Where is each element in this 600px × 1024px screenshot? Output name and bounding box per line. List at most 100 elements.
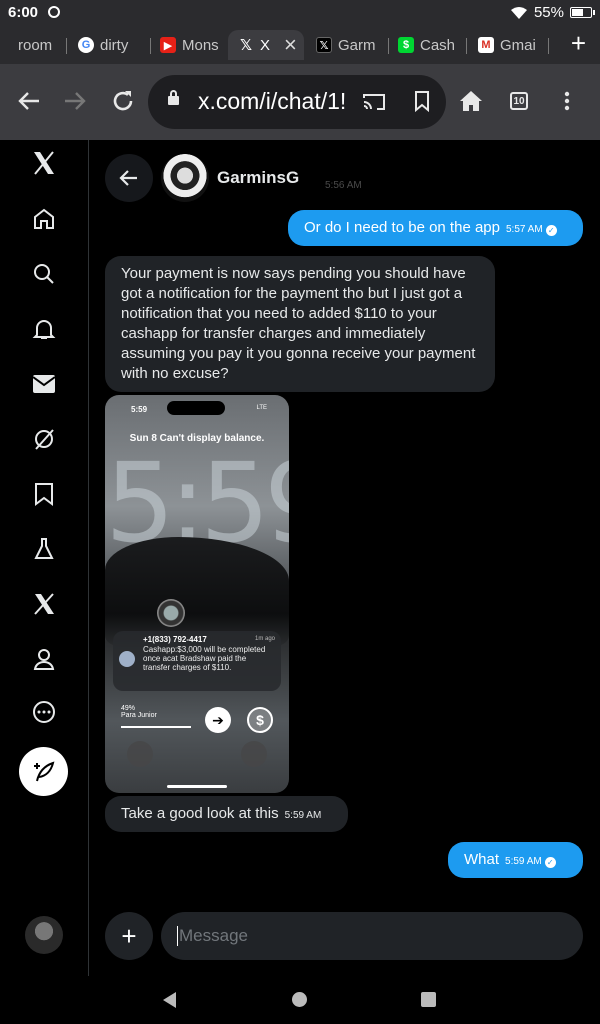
avatar[interactable] — [25, 916, 63, 954]
back-arrow-icon[interactable] — [12, 84, 46, 118]
tab-7[interactable]: M Gmai — [478, 30, 540, 60]
sent-check-icon: ✓ — [544, 857, 556, 868]
cashapp-icon: $ — [398, 37, 414, 53]
x-logo-icon: 𝕏 — [316, 37, 332, 53]
lock-icon — [168, 90, 179, 105]
message-incoming[interactable]: Take a good look at this 5:59 AM — [105, 796, 348, 832]
message-outgoing[interactable]: What 5:59 AM ✓ — [448, 842, 583, 878]
screenshot-notification: +1(833) 792-4417 1m ago Cashapp:$3,000 w… — [113, 631, 281, 691]
message-input[interactable]: Message — [161, 912, 583, 960]
url-text[interactable]: x.com/i/chat/1! — [198, 88, 350, 115]
notification-sender: +1(833) 792-4417 — [143, 635, 207, 644]
more-icon[interactable] — [29, 697, 59, 727]
system-navigation-bar — [0, 976, 600, 1024]
notifications-icon[interactable] — [29, 314, 59, 344]
status-time: 6:00 — [8, 4, 39, 21]
grok-icon[interactable] — [29, 424, 59, 454]
message-image[interactable]: 5:59 LTE Sun 8 Can't display balance. 5:… — [105, 395, 289, 793]
menu-icon[interactable] — [550, 84, 584, 118]
wifi-icon — [510, 6, 527, 19]
battery-percent: 55% — [533, 4, 564, 21]
chat-header: GarminsG — [105, 154, 299, 202]
screenshot-battery-widget: 49% Para Junior — [121, 705, 157, 719]
message-incoming[interactable]: Your payment is now says pending you sho… — [105, 256, 495, 392]
tab-active[interactable]: 𝕏 X × — [228, 30, 304, 60]
tab-5[interactable]: 𝕏 Garm — [316, 30, 386, 60]
tab-label: Garm — [338, 36, 376, 54]
message-placeholder: Message — [179, 926, 248, 945]
tab-6[interactable]: $ Cash — [398, 30, 458, 60]
bookmark-icon[interactable] — [414, 90, 430, 112]
screenshot-time: 5:59 — [131, 405, 148, 414]
tab-label: Mons — [182, 36, 219, 54]
header-ghost-timestamp: 5:56 AM — [325, 180, 362, 191]
tab-3[interactable]: ▶ Mons — [160, 30, 228, 60]
screenshot-network: LTE — [256, 405, 267, 411]
arrow-circle-icon: ➔ — [205, 707, 231, 733]
tab-label: X — [260, 36, 271, 54]
battery-icon — [570, 7, 595, 18]
tab-label: Cash — [420, 36, 456, 54]
message-outgoing[interactable]: Or do I need to be on the app 5:57 AM ✓ — [288, 210, 583, 246]
tab-label: room — [18, 36, 53, 54]
compose-post-icon — [33, 760, 54, 781]
back-arrow-icon — [119, 170, 137, 186]
dynamic-island — [167, 401, 225, 415]
labs-icon[interactable] — [29, 534, 59, 564]
home-icon[interactable] — [29, 204, 59, 234]
camera-icon — [241, 741, 267, 767]
screenshot-battery: 49% — [121, 705, 136, 712]
cast-icon[interactable] — [362, 92, 386, 112]
profile-icon[interactable] — [29, 644, 59, 674]
sent-check-icon: ✓ — [545, 225, 557, 236]
status-bar: 6:00 55% — [0, 0, 600, 26]
text-caret — [177, 926, 178, 946]
address-bar[interactable]: x.com/i/chat/1! — [148, 75, 446, 129]
browser-toolbar: x.com/i/chat/1! 10 — [0, 64, 600, 140]
car-headlight — [157, 599, 185, 627]
dollar-icon: $ — [247, 707, 273, 733]
chat-panel: 5:56 AM GarminsG Or do I need to be on t… — [89, 140, 600, 976]
left-sidebar — [0, 140, 89, 976]
gmail-icon: M — [478, 37, 494, 53]
x-logo-icon: 𝕏 — [239, 37, 253, 54]
flashlight-icon — [127, 741, 153, 767]
search-icon[interactable] — [29, 259, 59, 289]
new-tab-button[interactable]: + — [571, 28, 586, 59]
tab-2[interactable]: G dirty — [78, 30, 146, 60]
compose-post-button[interactable] — [19, 747, 68, 796]
contact-icon — [119, 651, 135, 667]
system-recents-icon[interactable] — [421, 992, 436, 1007]
notification-time: 1m ago — [254, 636, 275, 642]
x-logo-icon[interactable] — [29, 148, 59, 178]
tab-label: dirty — [100, 36, 129, 54]
system-home-icon[interactable] — [292, 992, 307, 1007]
google-icon: G — [78, 37, 94, 53]
tab-1[interactable]: room — [18, 30, 62, 60]
back-button[interactable] — [105, 154, 153, 202]
contact-name[interactable]: GarminsG — [217, 168, 299, 188]
message-text: Or do I need to be on the app — [304, 219, 500, 236]
battery-bar — [121, 726, 191, 728]
screenshot-widget-label: Para Junior — [121, 712, 157, 719]
message-time: 5:59 AM — [505, 856, 542, 867]
message-text: Take a good look at this — [121, 805, 279, 822]
tab-label: Gmai — [500, 36, 536, 54]
tab-strip: room G dirty ▶ Mons 𝕏 X × 𝕏 Garm $ Cash … — [0, 26, 600, 64]
notification-icon — [48, 6, 60, 18]
premium-x-icon[interactable] — [29, 589, 59, 619]
add-attachment-button[interactable]: + — [105, 912, 153, 960]
home-icon[interactable] — [454, 84, 488, 118]
reload-icon[interactable] — [106, 84, 140, 118]
notification-body: Cashapp:$3,000 will be completed once ac… — [143, 645, 266, 672]
contact-avatar[interactable] — [161, 154, 209, 202]
message-text: Your payment is now says pending you sho… — [121, 265, 476, 382]
messages-icon[interactable] — [29, 369, 59, 399]
home-indicator — [167, 785, 227, 788]
close-tab-icon[interactable]: × — [284, 32, 297, 58]
youtube-icon: ▶ — [160, 37, 176, 53]
system-back-icon[interactable] — [163, 992, 176, 1008]
tab-switcher-button[interactable]: 10 — [502, 84, 536, 118]
forward-arrow-icon[interactable] — [58, 84, 92, 118]
bookmarks-icon[interactable] — [29, 479, 59, 509]
